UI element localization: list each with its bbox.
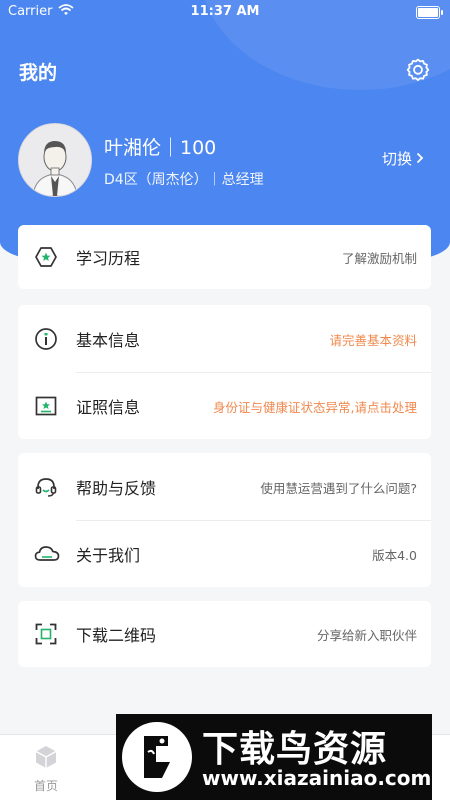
menu-hint-license: 身份证与健康证状态异常,请点击处理: [213, 400, 417, 415]
menu-item-basic-info[interactable]: 基本信息 请完善基本资料: [18, 307, 431, 371]
qrcode-card: 下载二维码 分享给新入职伙伴: [18, 601, 431, 667]
menu-item-license[interactable]: 证照信息 身份证与健康证状态异常,请点击处理: [18, 374, 431, 438]
certificate-icon: [34, 394, 58, 418]
menu-label-qrcode: 下载二维码: [76, 626, 157, 645]
menu-hint-learning: 了解激励机制: [341, 251, 417, 266]
menu-item-qrcode[interactable]: 下载二维码 分享给新入职伙伴: [18, 602, 431, 666]
watermark-banner: 下载鸟资源 www.xiazainiao.com: [116, 714, 432, 800]
info-icon: [34, 327, 58, 351]
menu-label-help: 帮助与反馈: [76, 479, 157, 498]
qr-scan-icon: [34, 622, 58, 646]
menu-hint-help: 使用慧运营遇到了什么问题?: [260, 481, 417, 496]
status-bar: Carrier 11:37 AM: [0, 0, 450, 24]
divider: [76, 372, 431, 373]
user-region-title: D4区（周杰伦）｜总经理: [104, 172, 264, 188]
menu-hint-qrcode: 分享给新入职伙伴: [316, 628, 417, 643]
bird-logo-icon: [122, 722, 192, 792]
tab-home-label: 首页: [33, 779, 58, 793]
info-card: 基本信息 请完善基本资料 证照信息 身份证与健康证状态异常,请点击处理: [18, 305, 431, 439]
menu-item-about[interactable]: 关于我们 版本4.0: [18, 522, 431, 586]
watermark-url: www.xiazainiao.com: [202, 766, 432, 790]
hexagon-star-icon: [34, 245, 58, 269]
menu-label-license: 证照信息: [76, 398, 141, 417]
switch-label: 切换: [382, 150, 413, 168]
headset-icon: [34, 475, 58, 499]
switch-account-button[interactable]: 切换: [382, 148, 424, 169]
menu-label-learning: 学习历程: [76, 249, 141, 268]
menu-label-basic-info: 基本信息: [76, 331, 141, 350]
battery-icon: [416, 6, 443, 19]
gear-icon[interactable]: [405, 57, 431, 83]
divider: [76, 520, 431, 521]
page-title: 我的: [19, 62, 58, 84]
avatar[interactable]: [18, 123, 92, 197]
menu-label-about: 关于我们: [76, 546, 141, 565]
clock: 11:37 AM: [190, 4, 260, 19]
watermark-title: 下载鸟资源: [202, 729, 388, 770]
user-name-score: 叶湘伦｜100: [104, 137, 217, 159]
cube-icon: [32, 746, 60, 775]
help-card: 帮助与反馈 使用慧运营遇到了什么问题? 关于我们 版本4.0: [18, 453, 431, 587]
tab-home[interactable]: 首页: [24, 743, 68, 799]
menu-hint-about: 版本4.0: [372, 548, 417, 563]
learning-card: 学习历程 了解激励机制: [18, 225, 431, 289]
cloud-icon: [34, 542, 60, 566]
chevron-right-icon: [416, 150, 424, 168]
menu-item-help[interactable]: 帮助与反馈 使用慧运营遇到了什么问题?: [18, 455, 431, 519]
menu-item-learning[interactable]: 学习历程 了解激励机制: [18, 225, 431, 289]
menu-hint-basic-info: 请完善基本资料: [329, 333, 417, 348]
